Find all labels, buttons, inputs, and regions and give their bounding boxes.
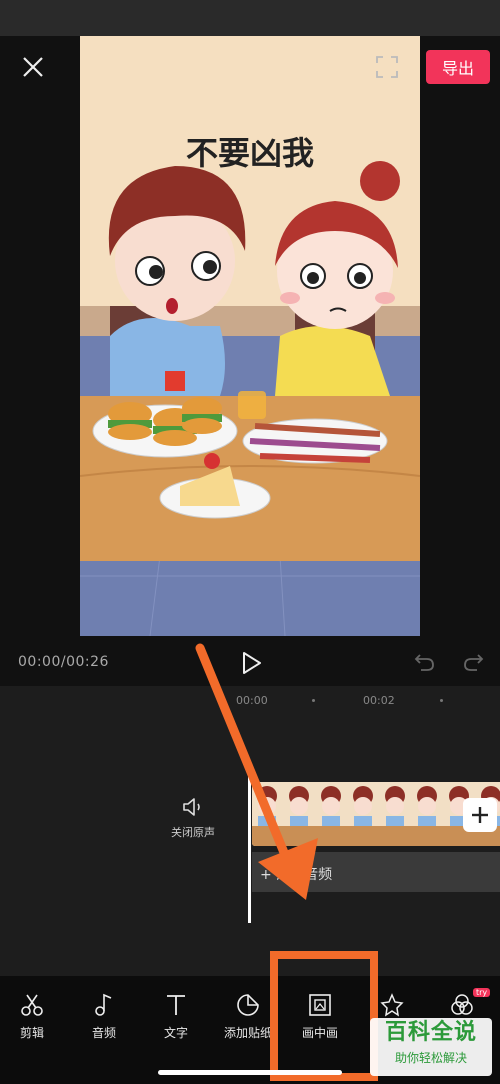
highlight-box <box>270 951 378 1081</box>
redo-button[interactable] <box>462 650 486 674</box>
tool-text[interactable]: 文字 <box>146 992 206 1041</box>
close-icon <box>23 57 43 77</box>
tool-label: 添加贴纸 <box>223 1026 272 1040</box>
close-button[interactable] <box>20 54 46 80</box>
redo-icon <box>464 654 484 671</box>
tick-label: 00:00 <box>236 694 268 707</box>
export-button[interactable]: 导出 <box>426 50 490 84</box>
sticker-icon <box>237 994 259 1016</box>
mute-original-audio-button[interactable]: 关闭原声 <box>165 796 221 840</box>
timecode: 00:00/00:26 <box>18 654 109 670</box>
tick-dot <box>440 699 443 702</box>
status-bar <box>0 0 500 36</box>
cartoon-title: 不要凶我 <box>185 134 314 172</box>
scissors-icon <box>21 994 43 1016</box>
watermark-subtitle: 助你轻松解决 <box>394 1051 467 1065</box>
fullscreen-button[interactable] <box>374 54 400 80</box>
plus-icon <box>472 807 488 823</box>
playhead[interactable] <box>248 775 251 923</box>
fullscreen-icon <box>376 56 398 78</box>
tool-label: 音频 <box>91 1026 116 1040</box>
tool-sticker[interactable]: 添加贴纸 <box>218 992 278 1041</box>
watermark-title: 百科全说 <box>384 1020 477 1045</box>
undo-button[interactable] <box>412 650 436 674</box>
music-note-icon <box>95 993 112 1016</box>
add-audio-label: + 添加音频 <box>260 867 333 883</box>
text-icon <box>167 995 185 1015</box>
home-indicator[interactable] <box>158 1070 342 1075</box>
play-button[interactable] <box>238 650 264 676</box>
effects-star-icon <box>380 993 404 1017</box>
video-preview: 不要凶我 <box>80 36 420 636</box>
tool-cut[interactable]: 剪辑 <box>2 992 62 1041</box>
filter-icon <box>451 994 473 1015</box>
tick-label: 00:02 <box>363 694 395 707</box>
try-badge: try <box>473 988 491 997</box>
tool-audio[interactable]: 音频 <box>74 992 134 1041</box>
watermark: 百科全说 助你轻松解决 <box>370 1018 492 1076</box>
mute-label: 关闭原声 <box>171 826 215 839</box>
speaker-icon <box>183 798 200 816</box>
undo-icon <box>414 654 434 671</box>
play-icon <box>243 652 261 674</box>
tick-dot <box>312 699 315 702</box>
tool-label: 剪辑 <box>19 1026 44 1040</box>
add-clip-button[interactable] <box>463 798 497 832</box>
cartoon-frame-image <box>80 36 420 636</box>
tool-label: 文字 <box>163 1026 188 1040</box>
